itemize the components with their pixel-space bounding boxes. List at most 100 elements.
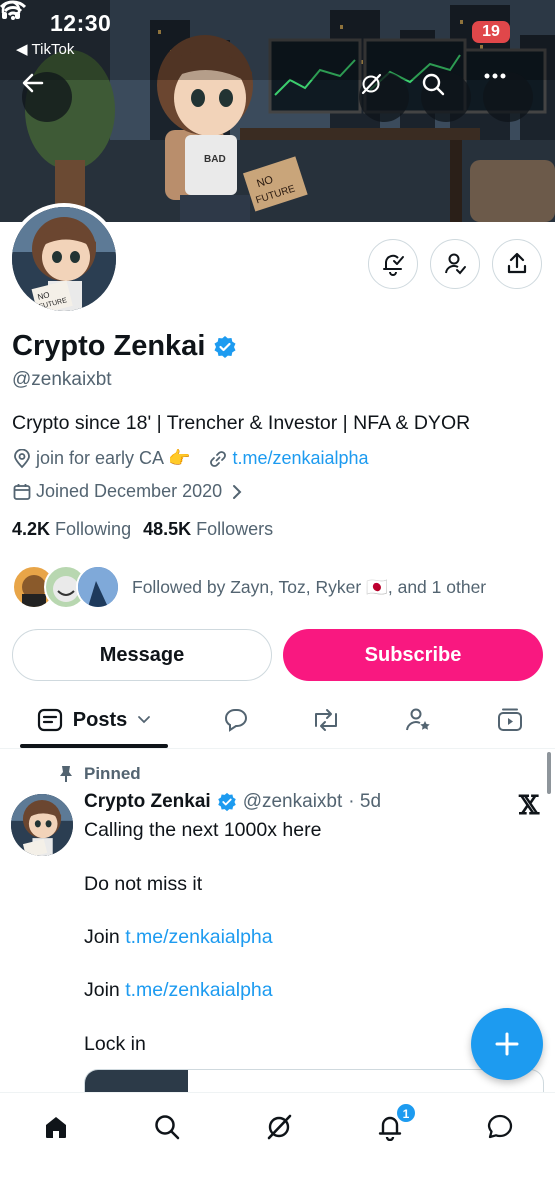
post-media-card[interactable]	[84, 1069, 544, 1093]
post-join-word: Join	[84, 926, 120, 948]
notifications-subscribe-button[interactable]	[368, 239, 418, 289]
person-check-icon	[445, 253, 466, 275]
tab-posts-label: Posts	[72, 708, 128, 731]
scrollbar-thumb[interactable]	[547, 752, 551, 794]
post-header: Crypto Zenkai @zenkaixbt · 5d	[84, 791, 381, 813]
wifi-icon	[0, 0, 26, 20]
more-button[interactable]	[483, 72, 533, 122]
back-button[interactable]	[22, 72, 72, 122]
media-thumbnail	[85, 1070, 188, 1093]
notification-count-badge: 1	[396, 1103, 416, 1123]
joined-item[interactable]: Joined December 2020	[12, 481, 244, 502]
nav-search[interactable]	[147, 1107, 187, 1147]
following-count: 4.2K	[12, 519, 51, 539]
follower-avatar	[76, 565, 120, 609]
more-dots-icon	[484, 73, 506, 79]
location-text: join for early CA 👉	[36, 448, 191, 468]
bottom-navigation: 1	[0, 1092, 555, 1200]
grok-icon	[361, 73, 382, 95]
pin-icon	[60, 766, 72, 782]
nav-home[interactable]	[36, 1107, 76, 1147]
message-bubble-icon	[487, 1114, 513, 1139]
active-tab-indicator	[20, 744, 168, 748]
profile-avatar[interactable]: NO FUTURE	[8, 203, 120, 315]
followed-by-text: Followed by Zayn, Toz, Ryker 🇯🇵, and 1 o…	[132, 576, 487, 597]
post-text-line: Do not miss it	[84, 873, 203, 895]
chevron-right-icon	[233, 484, 242, 499]
arrow-left-icon	[22, 73, 44, 93]
post-text-line: Calling the next 1000x here	[84, 819, 322, 841]
following-stat[interactable]: 4.2K Following	[12, 519, 131, 540]
x-logo-icon: 𝕏	[519, 791, 540, 821]
reply-bubble-icon	[225, 709, 247, 732]
calendar-icon	[13, 483, 31, 500]
follow-stats: 4.2K Following 48.5K Followers	[12, 519, 273, 540]
location-item: join for early CA 👉	[12, 448, 190, 469]
plus-icon	[495, 1032, 519, 1056]
repost-icon	[315, 709, 337, 731]
clock: 12:30	[50, 10, 112, 36]
post-text-line: Join t.me/zenkaialpha	[84, 926, 273, 949]
compose-post-button[interactable]	[471, 1008, 543, 1080]
search-button[interactable]	[421, 72, 471, 122]
post-author-avatar[interactable]	[11, 794, 73, 856]
followers-label: Followers	[196, 519, 274, 539]
grok-button[interactable]	[359, 72, 409, 122]
post-link[interactable]: t.me/zenkaialpha	[125, 926, 272, 948]
status-bar: 12:30 ◀ TikTok 19	[0, 0, 555, 60]
share-button[interactable]	[492, 239, 542, 289]
posts-icon	[37, 708, 62, 732]
search-icon	[155, 1115, 180, 1140]
tab-replies[interactable]	[214, 693, 258, 747]
battery-indicator: 19	[472, 21, 510, 43]
grok-icon	[267, 1114, 292, 1140]
tab-reposts[interactable]	[304, 693, 348, 747]
avatar-illustration: NO FUTURE	[12, 207, 116, 311]
tab-posts[interactable]: Posts	[20, 693, 168, 747]
media-icon	[498, 708, 522, 731]
website-link[interactable]: t.me/zenkaialpha	[232, 448, 368, 469]
joined-row[interactable]: Joined December 2020	[12, 481, 244, 502]
post-join-word: Join	[84, 979, 120, 1001]
joined-text: Joined December 2020	[36, 481, 223, 501]
search-icon	[422, 73, 445, 96]
subscribe-button[interactable]: Subscribe	[283, 629, 543, 681]
link-icon	[210, 450, 227, 467]
post-author-handle: @zenkaixbt	[242, 791, 343, 812]
website-item[interactable]: t.me/zenkaialpha	[208, 448, 369, 469]
profile-meta-row: join for early CA 👉 t.me/zenkaialpha	[12, 448, 369, 469]
followers-count: 48.5K	[143, 519, 192, 539]
pinned-label: Pinned	[58, 764, 141, 784]
message-button[interactable]: Message	[12, 629, 272, 681]
tab-highlights[interactable]	[396, 693, 440, 747]
profile-bio: Crypto since 18' | Trencher & Investor |…	[12, 412, 471, 434]
post-author-name[interactable]: Crypto Zenkai	[84, 791, 211, 813]
post-avatar-illustration	[11, 794, 73, 856]
followers-stat[interactable]: 48.5K Followers	[143, 519, 273, 540]
profile-name-row: Crypto Zenkai	[12, 330, 237, 363]
location-pin-icon	[14, 448, 30, 468]
back-triangle-icon: ◀	[16, 41, 28, 58]
post-link[interactable]: t.me/zenkaialpha	[125, 979, 272, 1001]
post-time: · 5d	[348, 791, 382, 812]
nav-grok[interactable]	[259, 1107, 299, 1147]
verified-badge-icon	[217, 792, 236, 812]
person-star-icon	[406, 708, 430, 731]
post-text-line: Lock in	[84, 1033, 146, 1055]
nav-messages[interactable]	[480, 1107, 520, 1147]
tab-media[interactable]	[488, 693, 532, 747]
home-icon	[46, 1117, 66, 1138]
back-to-app[interactable]: ◀ TikTok	[16, 40, 74, 59]
display-name: Crypto Zenkai	[12, 330, 206, 362]
following-label: Following	[55, 519, 132, 539]
profile-handle: @zenkaixbt	[12, 369, 112, 390]
profile-banner[interactable]: BAD NO FUTURE 12:30 ◀ TikTok 19	[0, 0, 555, 222]
chevron-down-icon	[138, 716, 151, 724]
pinned-text: Pinned	[84, 764, 141, 783]
post-text-line: Join t.me/zenkaialpha	[84, 979, 273, 1002]
followed-by-row[interactable]: Followed by Zayn, Toz, Ryker 🇯🇵, and 1 o…	[12, 565, 486, 609]
profile-tabs: Posts	[0, 693, 555, 749]
follow-status-button[interactable]	[430, 239, 480, 289]
share-icon	[507, 252, 527, 274]
verified-badge-icon[interactable]	[213, 335, 237, 359]
